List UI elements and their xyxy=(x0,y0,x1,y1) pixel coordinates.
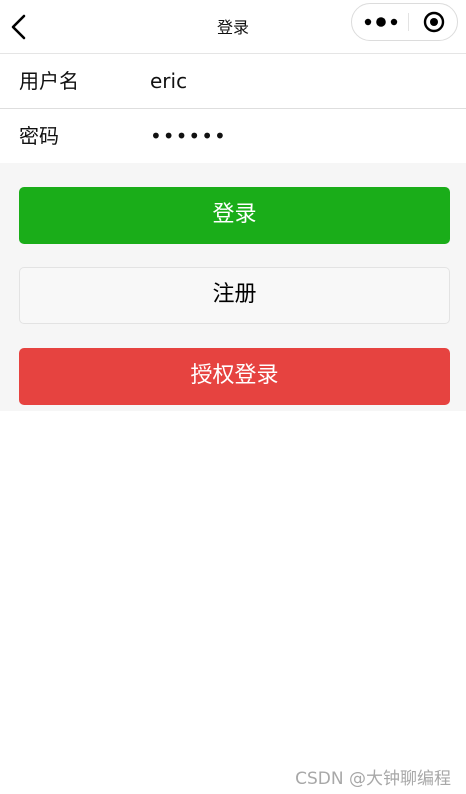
more-button[interactable] xyxy=(362,4,402,40)
authorize-login-button[interactable]: 授权登录 xyxy=(19,348,450,405)
menu-capsule xyxy=(351,3,458,41)
button-area: 登录 注册 授权登录 xyxy=(0,163,466,411)
more-dots-icon xyxy=(364,17,398,27)
capsule-divider xyxy=(408,13,409,31)
close-miniprogram-button[interactable] xyxy=(416,4,456,40)
password-label: 密码 xyxy=(19,124,59,148)
watermark: CSDN @大钟聊编程 xyxy=(295,769,451,789)
password-row: 密码 xyxy=(0,109,466,164)
navigation-bar: 登录 xyxy=(0,0,466,54)
login-button[interactable]: 登录 xyxy=(19,187,450,244)
target-close-icon xyxy=(423,11,445,33)
username-row: 用户名 xyxy=(0,54,466,109)
register-button[interactable]: 注册 xyxy=(19,267,450,324)
page: 登录 用户名 密码 登 xyxy=(0,0,466,794)
password-input[interactable] xyxy=(150,117,450,155)
username-label: 用户名 xyxy=(19,69,79,93)
username-input[interactable] xyxy=(150,62,450,100)
